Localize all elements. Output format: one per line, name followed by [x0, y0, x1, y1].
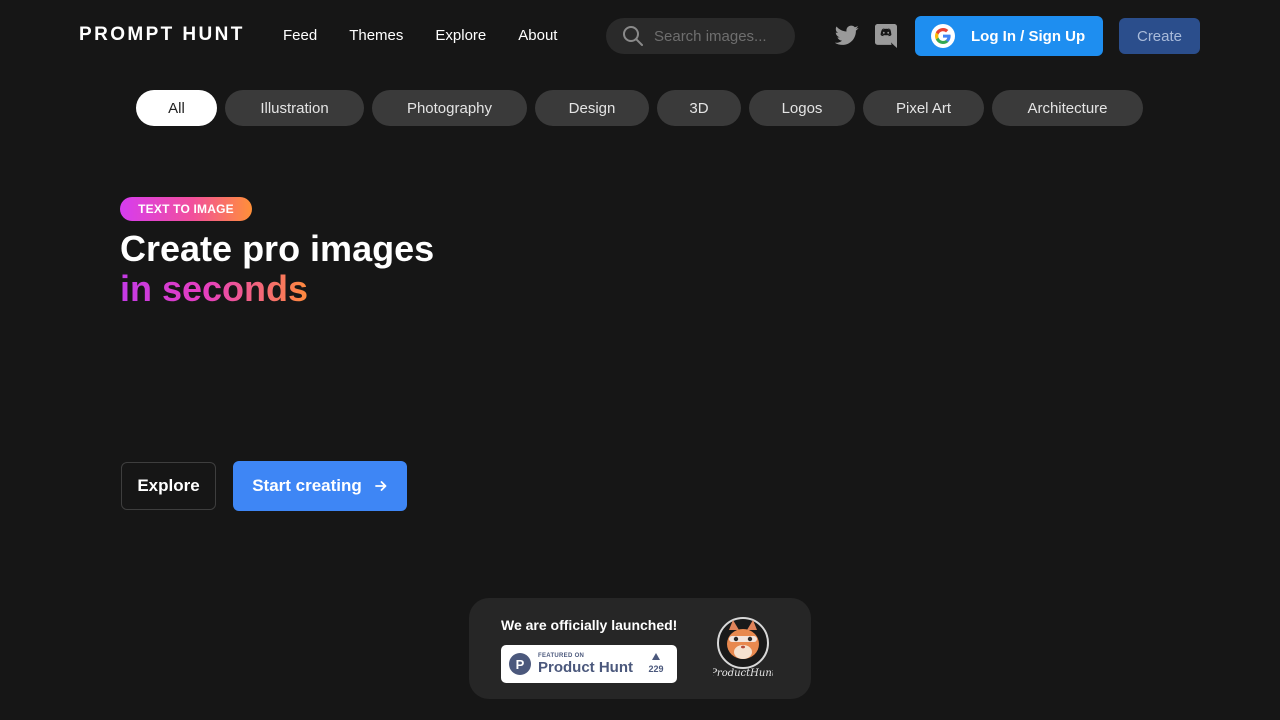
- category-pill-3d[interactable]: 3D: [657, 90, 741, 126]
- discord-icon[interactable]: [875, 24, 897, 53]
- category-pill-architecture[interactable]: Architecture: [992, 90, 1143, 126]
- site-logo[interactable]: PROMPT HUNT: [79, 24, 245, 46]
- category-pill-illustration[interactable]: Illustration: [225, 90, 364, 126]
- search-input[interactable]: [654, 27, 784, 45]
- arrow-right-icon: [374, 481, 387, 491]
- producthunt-logo-icon: P: [509, 653, 531, 675]
- nav-link-explore[interactable]: Explore: [435, 26, 486, 46]
- login-signup-label: Log In / Sign Up: [971, 27, 1086, 45]
- producthunt-featured-badge[interactable]: P FEATURED ON Product Hunt 229: [501, 645, 677, 683]
- search-bar[interactable]: [606, 18, 795, 54]
- twitter-icon[interactable]: [834, 25, 859, 51]
- producthunt-name: Product Hunt: [538, 659, 633, 676]
- start-creating-label: Start creating: [252, 476, 362, 495]
- upvote-triangle-icon: [652, 653, 660, 660]
- google-icon: [931, 24, 955, 48]
- top-navigation-bar: PROMPT HUNT Feed Themes Explore About Se…: [0, 0, 1280, 72]
- category-pill-all[interactable]: All: [136, 90, 217, 126]
- nav-link-themes[interactable]: Themes: [349, 26, 403, 46]
- mascot-signature: ProductHunt: [713, 668, 773, 679]
- nav-link-about[interactable]: About: [518, 26, 557, 46]
- search-icon: [623, 26, 643, 46]
- category-pill-logos[interactable]: Logos: [749, 90, 855, 126]
- category-filter-bar: All Illustration Photography Design 3D L…: [136, 90, 1143, 126]
- kitty-mascot-icon: ProductHunt: [713, 617, 773, 679]
- hero-headline-gradient: in seconds: [120, 268, 309, 309]
- category-pill-design[interactable]: Design: [535, 90, 649, 126]
- upvote-count: 229: [648, 664, 664, 674]
- create-button[interactable]: Create: [1119, 18, 1200, 54]
- category-pill-photography[interactable]: Photography: [372, 90, 527, 126]
- launch-title: We are officially launched!: [501, 617, 678, 633]
- nav-link-feed[interactable]: Feed: [283, 26, 317, 46]
- start-creating-button[interactable]: Start creating: [233, 461, 407, 511]
- category-pill-pixel-art[interactable]: Pixel Art: [863, 90, 984, 126]
- launch-announcement-card: We are officially launched! P FEATURED O…: [469, 598, 811, 699]
- main-nav: Feed Themes Explore About: [283, 26, 589, 46]
- hero-headline: Create pro images: [120, 228, 435, 269]
- explore-button[interactable]: Explore: [121, 462, 216, 510]
- text-to-image-badge: TEXT TO IMAGE: [120, 197, 252, 221]
- login-signup-button[interactable]: Log In / Sign Up: [915, 16, 1103, 56]
